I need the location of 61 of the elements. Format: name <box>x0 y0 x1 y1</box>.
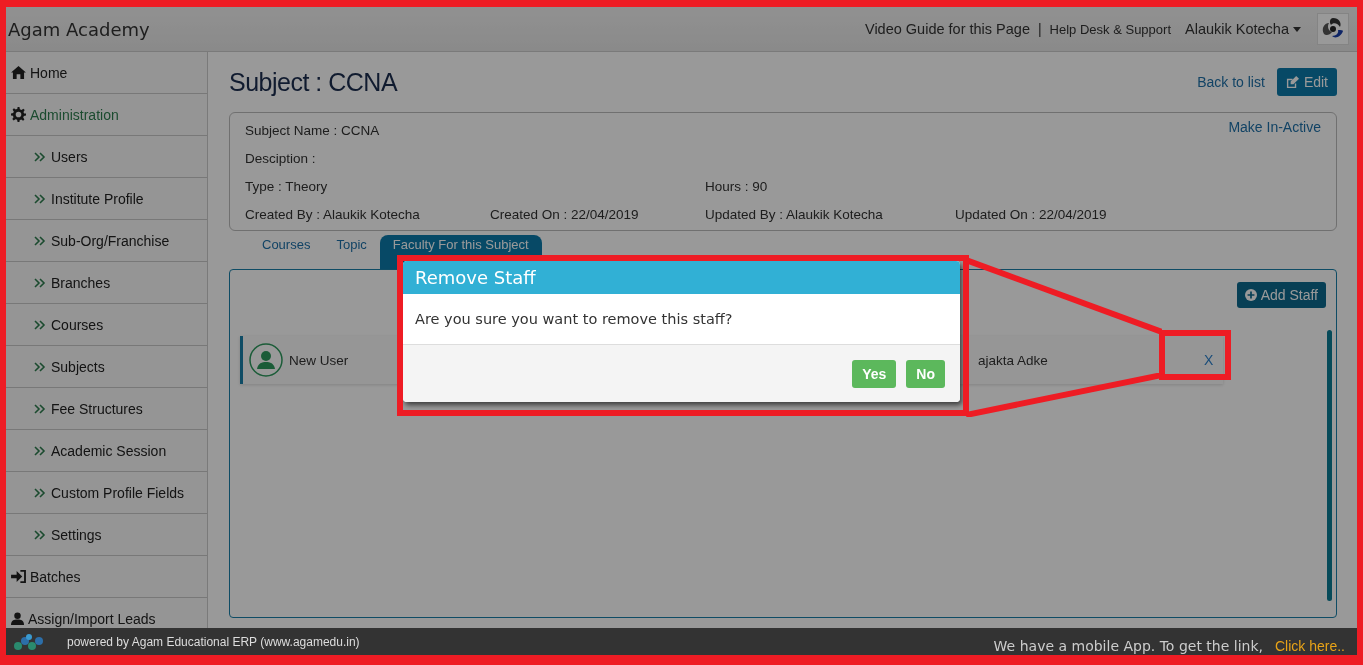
mobile-app-text: We have a mobile App. To get the link, <box>993 638 1263 654</box>
sidebar-item[interactable]: Custom Profile Fields <box>6 472 207 514</box>
person-icon <box>11 612 24 625</box>
sidebar-item[interactable]: Settings <box>6 514 207 556</box>
remove-link[interactable]: X <box>1204 352 1214 368</box>
chevron-icon <box>34 151 46 162</box>
edit-icon <box>1285 75 1299 89</box>
detail-text: Subject Name : CCNA <box>245 122 380 138</box>
sidebar-item[interactable]: Sub-Org/Franchise <box>6 220 207 262</box>
sign-in-icon <box>11 570 26 583</box>
sidebar-item[interactable]: Subjects <box>6 346 207 388</box>
staff-name: ajakta Adke <box>978 352 1049 368</box>
dialog-title: Remove Staff <box>415 267 536 288</box>
sidebar-item[interactable]: Users <box>6 136 207 178</box>
avatar-icon <box>249 343 283 377</box>
back-link[interactable]: Back to list <box>1197 74 1265 90</box>
plus-circle-icon <box>1244 289 1257 301</box>
sidebar-item[interactable]: Branches <box>6 262 207 304</box>
detail-text: Type : Theory <box>245 178 329 194</box>
chevron-icon <box>34 193 46 204</box>
app-title: Agam Academy <box>8 18 150 40</box>
header-link[interactable]: Help Desk & Support <box>1049 21 1171 37</box>
header-link[interactable]: Video Guide for this Page <box>865 21 1030 37</box>
logo-icon <box>1317 13 1349 45</box>
page-title: Subject : CCNA <box>229 67 398 97</box>
chevron-icon <box>34 487 46 498</box>
chevron-icon <box>34 445 46 456</box>
chevron-icon <box>34 529 46 540</box>
sidebar-item[interactable]: Batches <box>6 556 207 598</box>
sidebar-item[interactable]: Administration <box>6 94 207 136</box>
detail-text: Updated By : Alaukik Kotecha <box>705 206 884 222</box>
detail-text: Desciption : <box>245 150 316 166</box>
separator-text: | <box>1037 21 1042 37</box>
sidebar-item[interactable]: Academic Session <box>6 430 207 472</box>
detail-text: Hours : 90 <box>705 178 769 194</box>
sidebar-item[interactable]: Institute Profile <box>6 178 207 220</box>
add-staff-button[interactable]: Add Staff <box>1236 282 1326 308</box>
sidebar-item[interactable]: Home <box>6 52 207 94</box>
tab[interactable]: Topic <box>323 235 380 269</box>
highlight-frame <box>1159 330 1231 380</box>
chevron-icon <box>34 361 46 372</box>
chevron-icon <box>34 403 46 414</box>
detail-text: Updated On : 22/04/2019 <box>955 206 1107 222</box>
sidebar-item[interactable]: Courses <box>6 304 207 346</box>
tab[interactable]: Courses <box>249 235 324 269</box>
chevron-icon <box>34 235 46 246</box>
user-menu[interactable]: Alaukik Kotecha <box>1179 21 1309 37</box>
logo-icon <box>12 632 46 651</box>
click-here-link[interactable]: Click here.. <box>1274 638 1345 654</box>
detail-text: Created On : 22/04/2019 <box>490 206 640 222</box>
settings-icon <box>11 107 26 122</box>
sidebar-item[interactable]: Fee Structures <box>6 388 207 430</box>
caret-icon <box>1293 26 1301 32</box>
staff-name: New User <box>289 352 349 368</box>
edit-button[interactable]: Edit <box>1276 68 1337 96</box>
home-icon <box>11 66 26 79</box>
scrollbar[interactable] <box>1327 330 1332 601</box>
chevron-icon <box>34 319 46 330</box>
powered-by-text: powered by Agam Educational ERP (www.agamedu.in) <box>67 634 361 649</box>
detail-text: Created By : Alaukik Kotecha <box>245 206 421 222</box>
chevron-icon <box>34 277 46 288</box>
